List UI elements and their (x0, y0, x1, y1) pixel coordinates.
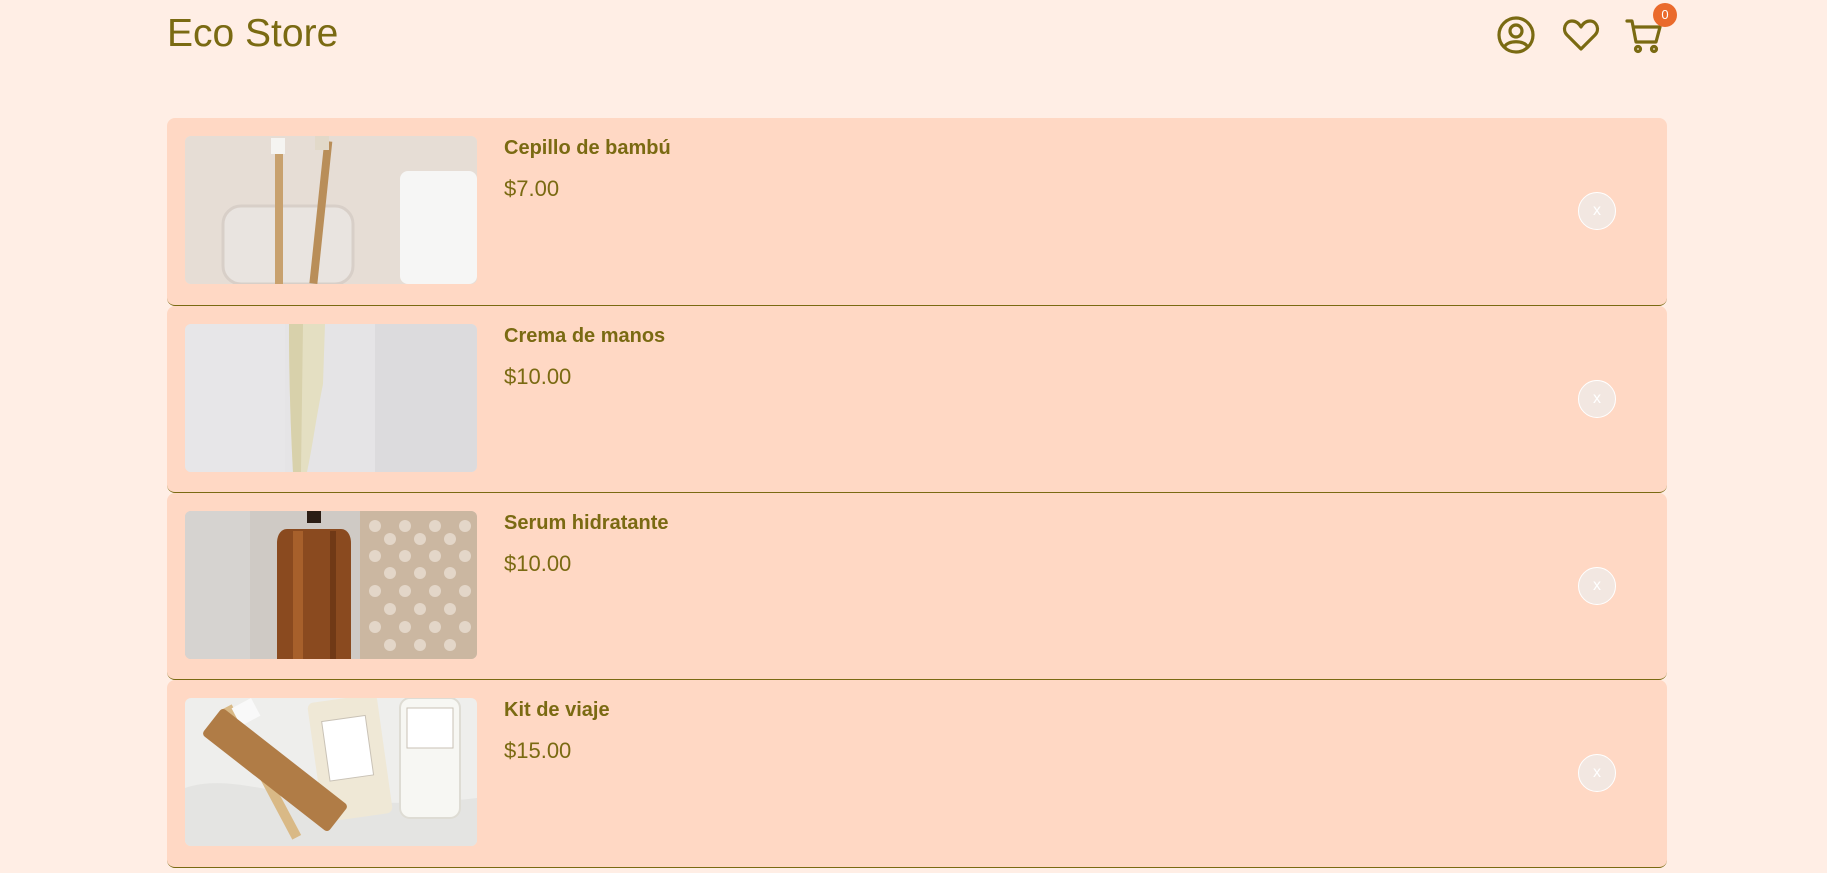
heart-icon[interactable] (1560, 14, 1602, 56)
item-name: Serum hidratante (504, 512, 669, 534)
item-price: $7.00 (504, 176, 560, 201)
travel-kit-image (185, 698, 477, 846)
cart-count-badge: 0 (1653, 3, 1677, 27)
cart-item: Crema de manos $10.00 x (167, 306, 1667, 493)
remove-item-button[interactable]: x (1578, 567, 1616, 605)
item-price: $10.00 (504, 551, 572, 576)
item-price: $10.00 (504, 364, 572, 389)
cart-item: Cepillo de bambú $7.00 x (167, 118, 1667, 306)
item-name: Cepillo de bambú (504, 137, 671, 159)
remove-item-button[interactable]: x (1578, 380, 1616, 418)
brand-logo[interactable]: Eco Store (167, 12, 338, 56)
cart-item: Kit de viaje $15.00 x (167, 680, 1667, 868)
serum-bottle-image (185, 511, 477, 659)
item-name: Kit de viaje (504, 699, 610, 721)
item-price: $15.00 (504, 738, 572, 763)
cart-item-list: Cepillo de bambú $7.00 x Crema de manos … (167, 118, 1667, 868)
bamboo-toothbrush-image (185, 136, 477, 284)
remove-item-button[interactable]: x (1578, 754, 1616, 792)
cart-item: Serum hidratante $10.00 x (167, 493, 1667, 680)
remove-item-button[interactable]: x (1578, 192, 1616, 230)
hand-cream-image (185, 324, 477, 472)
item-name: Crema de manos (504, 325, 666, 347)
site-header: Eco Store 0 (0, 0, 1827, 80)
user-account-icon[interactable] (1495, 14, 1537, 56)
